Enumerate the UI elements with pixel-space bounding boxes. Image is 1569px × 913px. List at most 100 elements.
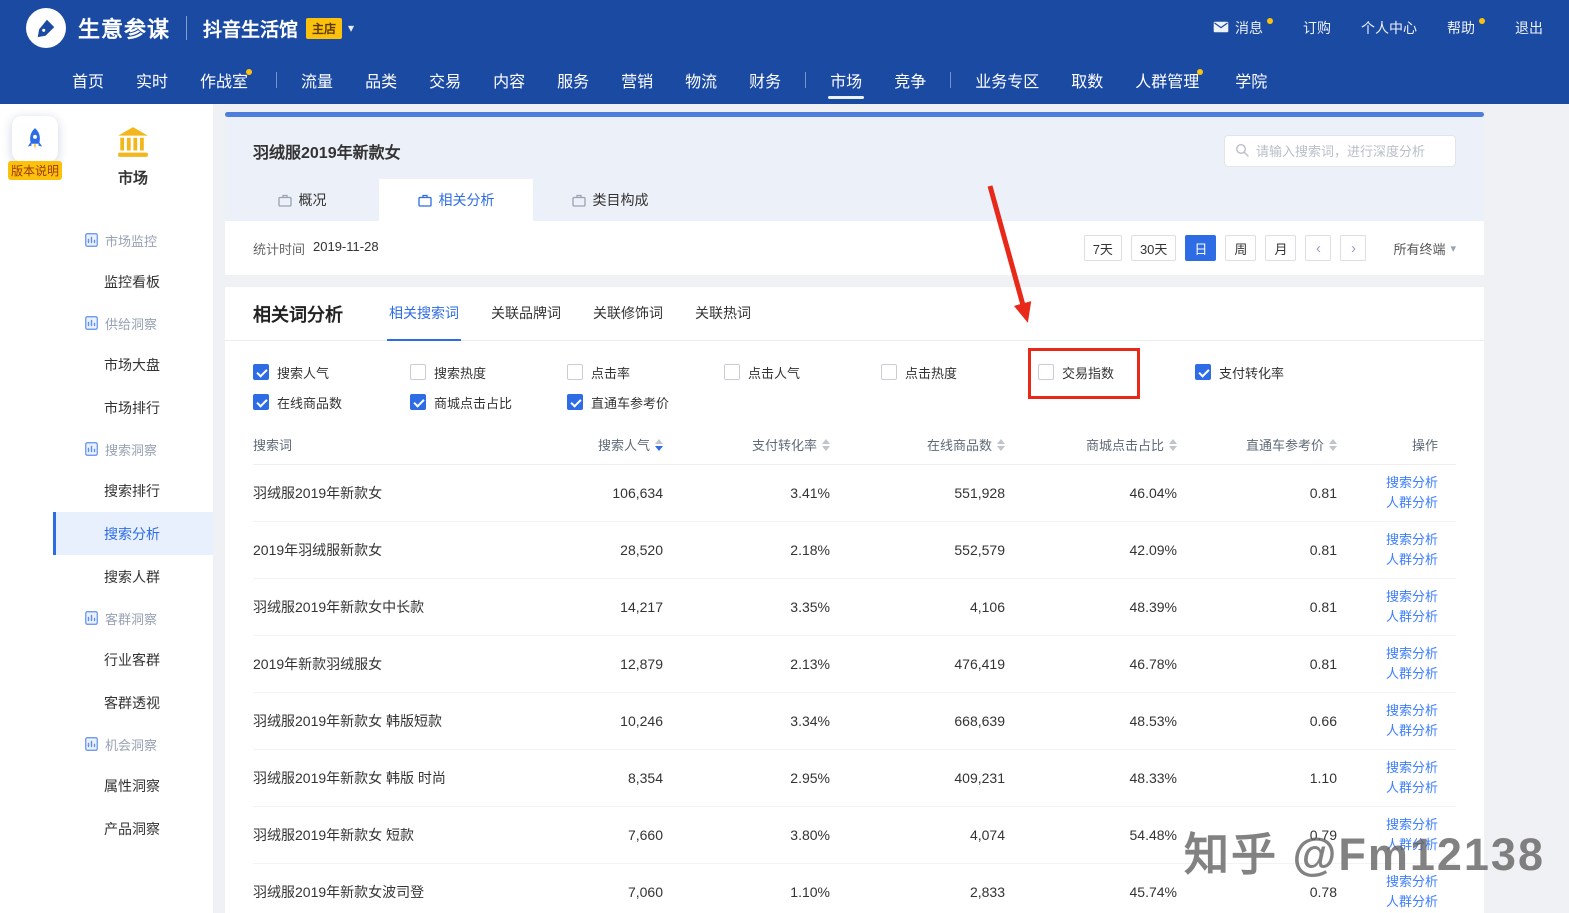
- nav-item-20[interactable]: 学院: [1219, 56, 1283, 104]
- nav-item-3[interactable]: 作战室: [184, 56, 268, 104]
- sidebar-group-3[interactable]: 供给洞察: [53, 303, 213, 343]
- search-analysis-link[interactable]: 搜索分析: [1386, 474, 1438, 492]
- search-input[interactable]: [1256, 143, 1445, 159]
- nav-item-9[interactable]: 服务: [541, 56, 605, 104]
- metric-6[interactable]: 交易指数: [1028, 348, 1195, 399]
- metric-1[interactable]: 搜索人气: [253, 361, 410, 383]
- table-header-cell[interactable]: 操作: [1337, 435, 1456, 454]
- metric-7[interactable]: 支付转化率: [1195, 361, 1352, 383]
- crowd-analysis-link[interactable]: 人群分析: [1386, 722, 1438, 740]
- metric-8[interactable]: 在线商品数: [253, 391, 410, 413]
- sidebar-item-7[interactable]: 搜索排行: [53, 469, 213, 512]
- range-button-1[interactable]: 7天: [1083, 235, 1122, 261]
- sidebar-group-6[interactable]: 搜索洞察: [53, 429, 213, 469]
- sidebar-item-5[interactable]: 市场排行: [53, 386, 213, 429]
- crowd-analysis-link[interactable]: 人群分析: [1386, 836, 1438, 854]
- header-link-2[interactable]: 订购: [1303, 18, 1331, 38]
- search-analysis-link[interactable]: 搜索分析: [1386, 645, 1438, 663]
- nav-item-1[interactable]: 首页: [56, 56, 120, 104]
- crowd-analysis-link[interactable]: 人群分析: [1386, 893, 1438, 911]
- sidebar-item-14[interactable]: 属性洞察: [53, 764, 213, 807]
- header-link-4[interactable]: 帮助: [1447, 18, 1485, 38]
- nav-item-2[interactable]: 实时: [120, 56, 184, 104]
- sidebar-item-15[interactable]: 产品洞察: [53, 807, 213, 850]
- sidebar-item-label: 搜索排行: [104, 482, 160, 499]
- sidebar-group-13[interactable]: 机会洞察: [53, 724, 213, 764]
- metric-10[interactable]: 直通车参考价: [567, 391, 724, 413]
- search-analysis-link[interactable]: 搜索分析: [1386, 816, 1438, 834]
- table-header-cell[interactable]: 搜索人气: [539, 435, 663, 454]
- sub-tab-3[interactable]: 关联修饰词: [591, 287, 665, 341]
- tab-1[interactable]: 概况: [225, 179, 379, 221]
- sort-icon[interactable]: [1169, 438, 1177, 451]
- sidebar-item-2[interactable]: 监控看板: [53, 260, 213, 303]
- range-button-5[interactable]: 月: [1265, 235, 1297, 261]
- sidebar-menu: 市场监控 监控看板 供给洞察 市场大盘 市场排行 搜索洞察搜索排行搜索分析 搜索人群 客群洞察…: [53, 206, 213, 850]
- metric-5[interactable]: 点击热度: [881, 361, 1038, 383]
- terminal-filter[interactable]: 所有终端 ▾: [1393, 239, 1456, 258]
- nav-item-14[interactable]: 市场: [814, 56, 878, 104]
- range-button-3[interactable]: 日: [1185, 235, 1217, 261]
- search-analysis-link[interactable]: 搜索分析: [1386, 759, 1438, 777]
- sort-icon[interactable]: [655, 438, 663, 451]
- crowd-analysis-link[interactable]: 人群分析: [1386, 779, 1438, 797]
- metric-3[interactable]: 点击率: [567, 361, 724, 383]
- version-note[interactable]: 版本说明: [8, 116, 62, 180]
- shop-selector[interactable]: 抖音生活馆 主店 ▾: [203, 15, 354, 42]
- nav-item-5[interactable]: 流量: [285, 56, 349, 104]
- sort-icon[interactable]: [997, 438, 1005, 451]
- sidebar-item-11[interactable]: 行业客群: [53, 638, 213, 681]
- sub-tab-2[interactable]: 关联品牌词: [489, 287, 563, 341]
- nav-item-15[interactable]: 竞争: [878, 56, 942, 104]
- search-analysis-link[interactable]: 搜索分析: [1386, 873, 1438, 891]
- nav-item-8[interactable]: 内容: [477, 56, 541, 104]
- checkbox-icon: [881, 364, 897, 380]
- header-link-5[interactable]: 退出: [1515, 18, 1543, 38]
- table-header-cell[interactable]: 搜索词: [253, 435, 539, 454]
- metric-2[interactable]: 搜索热度: [410, 361, 567, 383]
- pager-next-button[interactable]: ›: [1340, 235, 1367, 261]
- range-button-2[interactable]: 30天: [1130, 235, 1177, 261]
- crowd-analysis-link[interactable]: 人群分析: [1386, 494, 1438, 512]
- crowd-analysis-link[interactable]: 人群分析: [1386, 608, 1438, 626]
- metric-4[interactable]: 点击人气: [724, 361, 881, 383]
- sidebar-item-9[interactable]: 搜索人群: [53, 555, 213, 598]
- nav-item-10[interactable]: 营销: [605, 56, 669, 104]
- table-header-cell[interactable]: 商城点击占比: [1005, 435, 1177, 454]
- table-header-cell[interactable]: 支付转化率: [663, 435, 830, 454]
- metric-9[interactable]: 商城点击占比: [410, 391, 567, 413]
- tab-2[interactable]: 相关分析: [379, 179, 533, 221]
- nav-item-6[interactable]: 品类: [349, 56, 413, 104]
- pager-prev-button[interactable]: ‹: [1305, 235, 1332, 261]
- header-link-3[interactable]: 个人中心: [1361, 18, 1417, 38]
- crowd-analysis-link[interactable]: 人群分析: [1386, 665, 1438, 683]
- crowd-analysis-link[interactable]: 人群分析: [1386, 551, 1438, 569]
- sidebar-item-12[interactable]: 客群透视: [53, 681, 213, 724]
- header-link-1[interactable]: 消息: [1213, 18, 1273, 38]
- sidebar-item-4[interactable]: 市场大盘: [53, 343, 213, 386]
- table-header-cell[interactable]: 在线商品数: [830, 435, 1005, 454]
- range-button-4[interactable]: 周: [1225, 235, 1257, 261]
- search-analysis-link[interactable]: 搜索分析: [1386, 531, 1438, 549]
- sub-tab-1[interactable]: 相关搜索词: [387, 287, 461, 341]
- sidebar-item-8[interactable]: 搜索分析: [53, 512, 213, 555]
- table-header-cell[interactable]: 直通车参考价: [1177, 435, 1337, 454]
- sort-icon[interactable]: [1329, 438, 1337, 451]
- sort-icon[interactable]: [822, 438, 830, 451]
- sidebar-group-1[interactable]: 市场监控: [53, 220, 213, 260]
- nav-item-19[interactable]: 人群管理: [1119, 56, 1219, 104]
- sub-tab-4[interactable]: 关联热词: [693, 287, 753, 341]
- table-row: 羽绒服2019年新款女中长款 14,217 3.35% 4,106 48.39% 0.81…: [253, 579, 1456, 636]
- table-row: 羽绒服2019年新款女波司登 7,060 1.10% 2,833 45.74% 0.78 搜…: [253, 864, 1456, 913]
- nav-item-18[interactable]: 取数: [1055, 56, 1119, 104]
- search-analysis-link[interactable]: 搜索分析: [1386, 588, 1438, 606]
- search-analysis-link[interactable]: 搜索分析: [1386, 702, 1438, 720]
- sidebar-item-label: 客群透视: [104, 694, 160, 711]
- sidebar-group-10[interactable]: 客群洞察: [53, 598, 213, 638]
- nav-item-17[interactable]: 业务专区: [959, 56, 1055, 104]
- nav-item-7[interactable]: 交易: [413, 56, 477, 104]
- nav-item-11[interactable]: 物流: [669, 56, 733, 104]
- tab-3[interactable]: 类目构成: [533, 179, 687, 221]
- analysis-tabs: 相关搜索词 关联品牌词 关联修饰词 关联热词: [387, 287, 753, 341]
- nav-item-12[interactable]: 财务: [733, 56, 797, 104]
